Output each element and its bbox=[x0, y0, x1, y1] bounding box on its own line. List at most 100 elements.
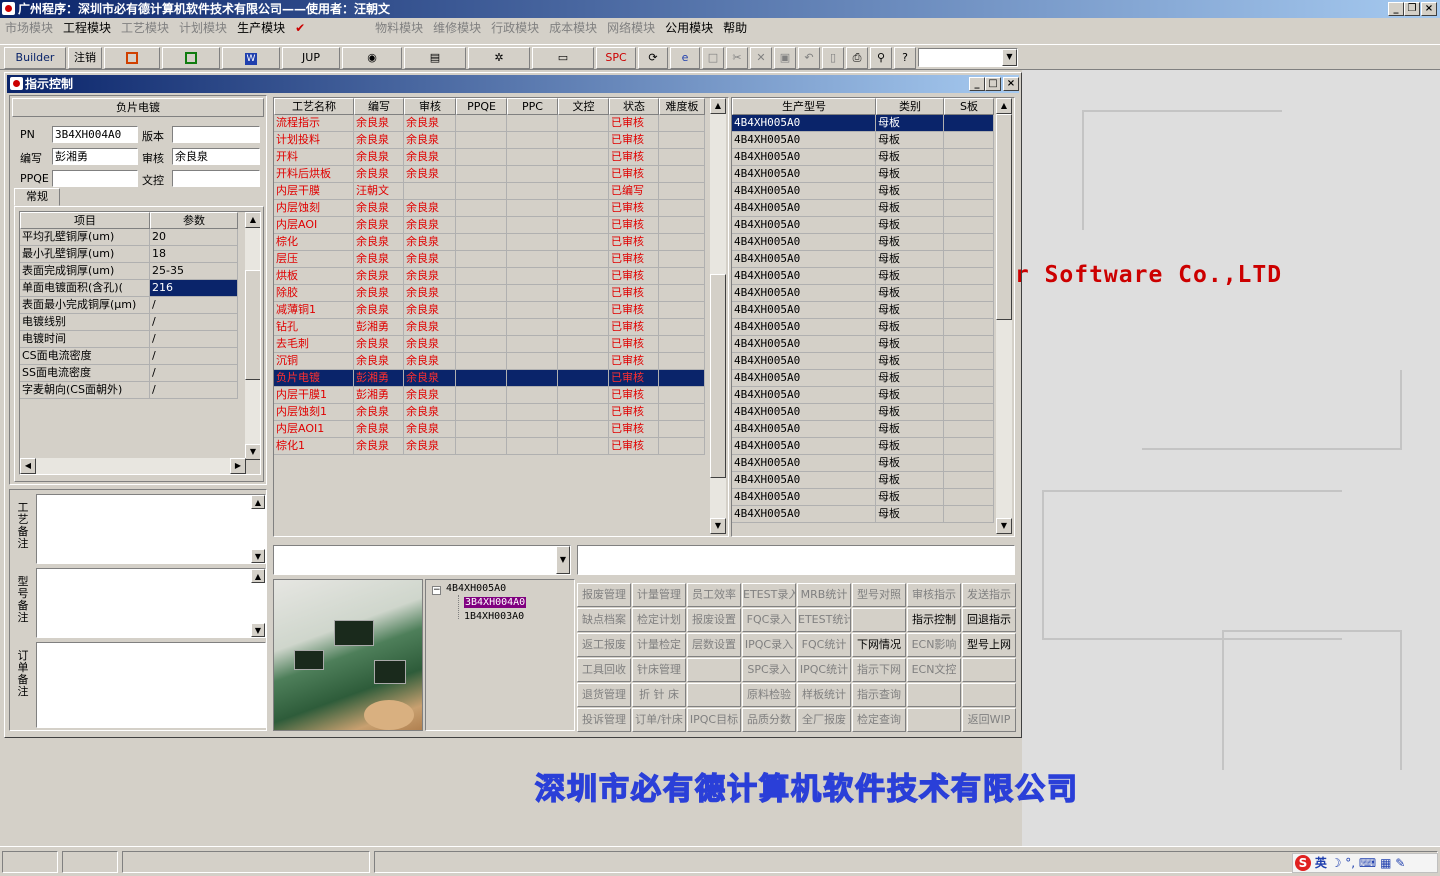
menu-item[interactable]: 网络模块 bbox=[602, 18, 660, 38]
print-icon[interactable]: ⎙ bbox=[846, 47, 868, 69]
function-button[interactable]: 指示查询 bbox=[852, 683, 906, 707]
spc-button[interactable]: SPC bbox=[596, 47, 636, 69]
moon-icon[interactable]: ☽ bbox=[1331, 856, 1342, 870]
function-button[interactable]: ECN影响 bbox=[907, 633, 961, 657]
eye-icon[interactable]: ◉ bbox=[342, 47, 402, 69]
network-icon[interactable]: ✲ bbox=[468, 47, 530, 69]
new-icon[interactable]: □ bbox=[702, 47, 724, 69]
minimize-icon[interactable]: _ bbox=[1388, 2, 1404, 16]
function-button[interactable]: 型号对照 bbox=[852, 583, 906, 607]
function-button[interactable]: ETEST统计 bbox=[797, 608, 851, 632]
function-button[interactable]: 退货管理 bbox=[577, 683, 631, 707]
model-combo[interactable]: ▼ bbox=[273, 545, 571, 575]
param-hscroll[interactable]: ◀ ▶ bbox=[20, 458, 246, 474]
scroll-up-icon[interactable]: ▲ bbox=[996, 98, 1012, 114]
save-icon[interactable]: ▣ bbox=[774, 47, 796, 69]
scroll-down-icon[interactable]: ▼ bbox=[245, 444, 260, 460]
scroll-up-icon[interactable]: ▲ bbox=[245, 212, 260, 228]
window-close-icon[interactable]: × bbox=[1003, 77, 1019, 91]
model-column-header[interactable]: 生产型号 bbox=[732, 98, 876, 115]
ime-tray[interactable]: S 英 ☽ °, ⌨ ▦ ✎ bbox=[1292, 853, 1438, 873]
function-button[interactable]: 下网情况 bbox=[852, 633, 906, 657]
scroll-up-icon[interactable]: ▲ bbox=[710, 98, 726, 114]
function-button[interactable]: SPC录入 bbox=[742, 658, 796, 682]
function-button[interactable]: 工具回收 bbox=[577, 658, 631, 682]
review-field[interactable]: 余良泉 bbox=[172, 148, 260, 165]
jup-button[interactable]: JUP bbox=[282, 47, 340, 69]
scroll-left-icon[interactable]: ◀ bbox=[20, 458, 36, 474]
printer-icon[interactable]: ▭ bbox=[532, 47, 594, 69]
process-column-header[interactable]: 审核 bbox=[404, 98, 456, 115]
author-field[interactable]: 彭湘勇 bbox=[52, 148, 138, 165]
function-button[interactable]: 审核指示 bbox=[907, 583, 961, 607]
skin-icon[interactable]: ▦ bbox=[1380, 856, 1391, 870]
function-button[interactable]: 缺点档案 bbox=[577, 608, 631, 632]
restore-icon[interactable]: ❐ bbox=[1404, 2, 1420, 16]
undo-icon[interactable]: ↶ bbox=[798, 47, 820, 69]
pn-field[interactable]: 3B4XH004A0 bbox=[52, 126, 138, 143]
function-button[interactable]: 检定查询 bbox=[852, 708, 906, 732]
punctuation-icon[interactable]: °, bbox=[1345, 856, 1355, 870]
function-button[interactable]: 原料检验 bbox=[742, 683, 796, 707]
function-button[interactable]: 指示控制 bbox=[907, 608, 961, 632]
model-column-header[interactable]: S板 bbox=[944, 98, 994, 115]
process-remark-field[interactable]: ▲ ▼ bbox=[36, 494, 266, 564]
menu-item[interactable]: 物料模块 bbox=[370, 18, 428, 38]
function-button[interactable]: 报废设置 bbox=[687, 608, 741, 632]
function-button[interactable]: FQC录入 bbox=[742, 608, 796, 632]
keyboard-icon[interactable]: ⌨ bbox=[1359, 856, 1376, 870]
order-remark-field[interactable] bbox=[36, 642, 266, 728]
param-value[interactable]: / bbox=[150, 314, 238, 331]
function-button[interactable]: 投诉管理 bbox=[577, 708, 631, 732]
window-restore-icon[interactable]: □ bbox=[985, 77, 1001, 91]
version-field[interactable] bbox=[172, 126, 260, 143]
ime-language[interactable]: 英 bbox=[1315, 856, 1327, 870]
function-button[interactable]: IPQC统计 bbox=[797, 658, 851, 682]
search-input[interactable] bbox=[577, 545, 1015, 575]
function-button[interactable]: 返工报废 bbox=[577, 633, 631, 657]
tree-child[interactable]: 3B4XH004A0 bbox=[464, 597, 527, 608]
delete-icon[interactable]: ✕ bbox=[750, 47, 772, 69]
param-value[interactable]: / bbox=[150, 348, 238, 365]
function-button[interactable]: FQC统计 bbox=[797, 633, 851, 657]
window-minimize-icon[interactable]: _ bbox=[969, 77, 985, 91]
model-remark-field[interactable]: ▲ ▼ bbox=[36, 568, 266, 638]
ppqe-field[interactable] bbox=[52, 170, 138, 187]
function-button[interactable]: 品质分数 bbox=[742, 708, 796, 732]
param-value[interactable]: / bbox=[150, 297, 238, 314]
process-column-header[interactable]: 工艺名称 bbox=[274, 98, 354, 115]
word-icon[interactable]: W bbox=[222, 47, 280, 69]
function-button[interactable]: 样板统计 bbox=[797, 683, 851, 707]
excel-icon[interactable] bbox=[162, 47, 220, 69]
param-value[interactable]: / bbox=[150, 365, 238, 382]
function-button[interactable]: ECN文控 bbox=[907, 658, 961, 682]
function-button[interactable]: 计量管理 bbox=[632, 583, 686, 607]
param-value[interactable]: 18 bbox=[150, 246, 238, 263]
help-icon[interactable]: ? bbox=[894, 47, 916, 69]
tab-general[interactable]: 常规 bbox=[14, 188, 60, 206]
process-column-header[interactable]: 状态 bbox=[609, 98, 659, 115]
process-column-header[interactable]: 难度板 bbox=[659, 98, 705, 115]
function-button[interactable]: 发送指示 bbox=[962, 583, 1016, 607]
wenkong-field[interactable] bbox=[172, 170, 260, 187]
menu-item[interactable]: 生产模块 bbox=[232, 18, 290, 38]
close-icon[interactable]: × bbox=[1421, 2, 1437, 16]
function-button[interactable]: ETEST录入 bbox=[742, 583, 796, 607]
logout-button[interactable]: 注销 bbox=[68, 47, 102, 69]
menu-item[interactable]: 市场模块 bbox=[0, 18, 58, 38]
function-button[interactable]: 检定计划 bbox=[632, 608, 686, 632]
menu-item[interactable]: 工艺模块 bbox=[116, 18, 174, 38]
scroll-down-icon[interactable]: ▼ bbox=[710, 518, 726, 534]
scroll-thumb[interactable] bbox=[710, 274, 726, 478]
tree-root[interactable]: 4B4XH005A0 bbox=[446, 583, 506, 594]
menu-item[interactable]: 计划模块 bbox=[174, 18, 232, 38]
menu-item[interactable]: 行政模块 bbox=[486, 18, 544, 38]
function-button[interactable]: IPQC录入 bbox=[742, 633, 796, 657]
model-vscroll[interactable]: ▲ ▼ bbox=[996, 98, 1012, 534]
function-button[interactable]: 折 针 床 bbox=[632, 683, 686, 707]
function-button[interactable]: 回退指示 bbox=[962, 608, 1016, 632]
scroll-thumb[interactable] bbox=[245, 270, 260, 380]
preview-icon[interactable]: ▯ bbox=[822, 47, 844, 69]
function-button[interactable]: 指示下网 bbox=[852, 658, 906, 682]
function-button[interactable]: 员工效率 bbox=[687, 583, 741, 607]
